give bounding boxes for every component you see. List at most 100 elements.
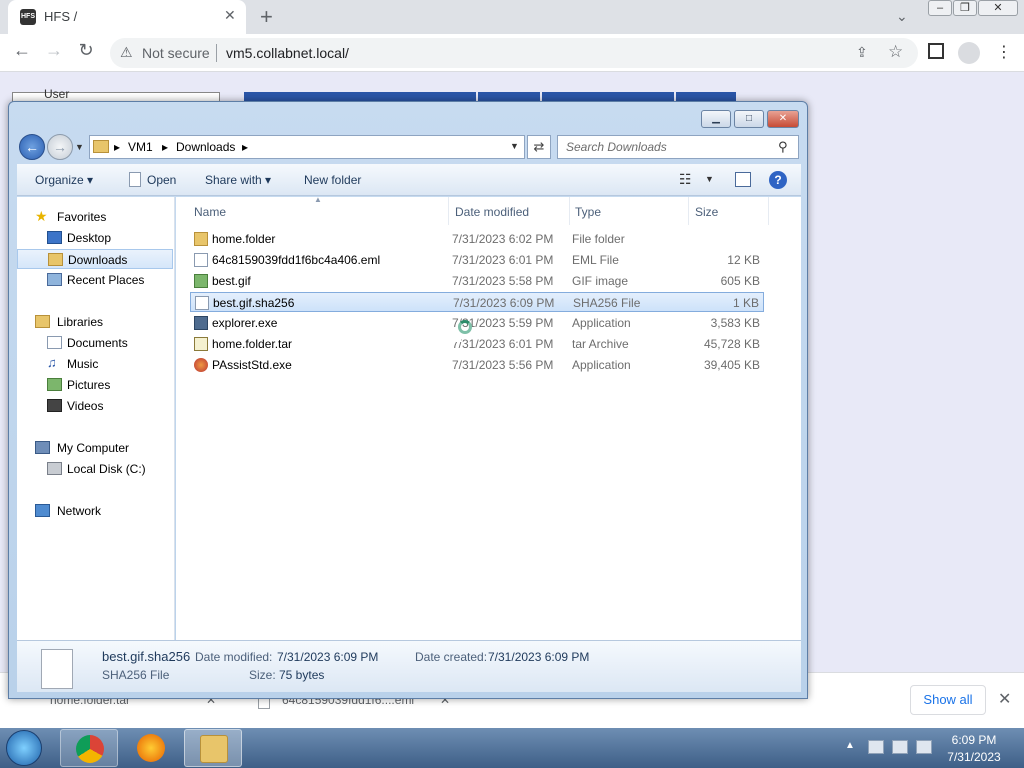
sidebar-item-videos[interactable]: Videos bbox=[17, 396, 173, 416]
restore-button[interactable]: ❐ bbox=[953, 0, 977, 16]
show-hidden-icons-icon[interactable]: ▲ bbox=[845, 740, 855, 751]
table-row[interactable]: home.folder.tar 7/31/2023 6:01 PM tar Ar… bbox=[190, 334, 764, 354]
sidebar-item-music[interactable]: ♫ Music bbox=[17, 354, 173, 374]
folder-icon bbox=[200, 735, 228, 763]
minimize-button[interactable]: – bbox=[928, 0, 952, 16]
sidebar-item-libraries[interactable]: Libraries bbox=[17, 312, 173, 332]
application-icon bbox=[194, 358, 208, 372]
preview-pane-icon[interactable] bbox=[735, 172, 751, 187]
file-type: Application bbox=[572, 358, 631, 372]
back-arrow-icon[interactable]: ← bbox=[10, 40, 34, 61]
details-modified-label: Date modified: bbox=[195, 650, 273, 664]
dialog-close-button[interactable]: ✕ bbox=[767, 110, 799, 128]
column-divider[interactable] bbox=[448, 197, 449, 225]
recent-pages-chevron-icon[interactable]: ▼ bbox=[75, 142, 84, 152]
views-chevron-down-icon[interactable]: ▼ bbox=[705, 174, 714, 184]
breadcrumb[interactable]: ▸ VM1 ▸ Downloads ▸ ▼ bbox=[89, 135, 525, 159]
sidebar-item-favorites[interactable]: ★ Favorites bbox=[17, 207, 173, 227]
details-created-value: 7/31/2023 6:09 PM bbox=[488, 650, 590, 664]
reload-icon[interactable]: ↻ bbox=[74, 40, 98, 61]
forward-arrow-icon[interactable]: → bbox=[42, 40, 66, 61]
taskbar-explorer-button[interactable] bbox=[184, 729, 242, 767]
column-header-type[interactable]: Type bbox=[575, 205, 601, 219]
firefox-icon bbox=[137, 734, 165, 762]
file-type: GIF image bbox=[572, 274, 629, 288]
action-center-icon[interactable] bbox=[868, 740, 884, 754]
tab-close-icon[interactable]: ✕ bbox=[224, 7, 236, 24]
open-button[interactable]: Open bbox=[147, 173, 176, 187]
start-button[interactable] bbox=[6, 730, 42, 766]
search-placeholder: Search Downloads bbox=[566, 140, 667, 154]
table-row[interactable]: PAssistStd.exe 7/31/2023 5:56 PM Applica… bbox=[190, 355, 764, 375]
sidebar-item-pictures[interactable]: Pictures bbox=[17, 375, 173, 395]
search-input[interactable]: Search Downloads ⚲ bbox=[557, 135, 799, 159]
kebab-menu-icon[interactable]: ⋮ bbox=[996, 42, 1012, 62]
column-divider[interactable] bbox=[688, 197, 689, 225]
refresh-icon[interactable]: ⇄ bbox=[527, 135, 551, 159]
sidebar-item-documents[interactable]: Documents bbox=[17, 333, 173, 353]
show-all-button[interactable]: Show all bbox=[910, 685, 986, 715]
sidebar-item-label: Favorites bbox=[57, 210, 107, 224]
breadcrumb-arrow-icon[interactable]: ▸ bbox=[162, 140, 168, 154]
breadcrumb-arrow-icon[interactable]: ▸ bbox=[242, 140, 248, 154]
details-created-label: Date created: bbox=[415, 650, 488, 664]
share-icon[interactable]: ⇪ bbox=[856, 44, 868, 61]
sidebar-item-my-computer[interactable]: My Computer bbox=[17, 438, 173, 458]
help-icon[interactable]: ? bbox=[769, 171, 787, 189]
sidebar-item-downloads[interactable]: Downloads bbox=[17, 249, 173, 269]
views-icon[interactable]: ☷ bbox=[679, 171, 692, 188]
table-row[interactable]: explorer.exe 7/31/2023 5:59 PM Applicati… bbox=[190, 313, 764, 333]
table-row[interactable]: best.gif.sha256 7/31/2023 6:09 PM SHA256… bbox=[190, 292, 764, 312]
volume-muted-icon[interactable] bbox=[916, 740, 932, 754]
sidebar-item-label: Pictures bbox=[67, 378, 111, 392]
dialog-minimize-button[interactable]: ▁ bbox=[701, 110, 731, 128]
organize-button[interactable]: Organize ▾ bbox=[35, 173, 93, 187]
column-header-name[interactable]: Name bbox=[194, 205, 226, 219]
user-label[interactable]: User bbox=[44, 87, 69, 101]
dialog-maximize-button[interactable]: □ bbox=[734, 110, 764, 128]
close-icon[interactable]: ✕ bbox=[998, 689, 1011, 709]
warning-icon[interactable]: ⚠ bbox=[120, 44, 133, 61]
close-window-button[interactable]: ✕ bbox=[978, 0, 1018, 16]
table-row[interactable]: best.gif 7/31/2023 5:58 PM GIF image 605… bbox=[190, 271, 764, 291]
column-divider[interactable] bbox=[569, 197, 570, 225]
sidebar-item-network[interactable]: Network bbox=[17, 501, 173, 521]
share-with-button[interactable]: Share with ▾ bbox=[205, 173, 271, 187]
file-type: SHA256 File bbox=[573, 296, 641, 310]
folder-icon bbox=[194, 232, 208, 246]
sidebar-item-recent-places[interactable]: Recent Places bbox=[17, 270, 173, 290]
back-arrow-icon[interactable]: ← bbox=[19, 134, 45, 160]
breadcrumb-downloads[interactable]: Downloads bbox=[176, 140, 235, 154]
address-bar[interactable]: ⚠ Not secure vm5.collabnet.local/ ⇪ ☆ bbox=[110, 38, 918, 68]
taskbar-firefox-button[interactable] bbox=[122, 729, 180, 767]
tab-search-chevron-icon[interactable]: ⌄ bbox=[896, 8, 908, 25]
bookmark-star-icon[interactable]: ☆ bbox=[888, 42, 903, 62]
side-panel-icon[interactable] bbox=[928, 43, 944, 59]
forward-arrow-icon[interactable]: → bbox=[47, 134, 73, 160]
breadcrumb-arrow-icon[interactable]: ▸ bbox=[114, 140, 120, 154]
folder-icon bbox=[93, 140, 109, 153]
file-name: home.folder.tar bbox=[212, 337, 293, 351]
new-folder-button[interactable]: New folder bbox=[304, 173, 361, 187]
url-text[interactable]: vm5.collabnet.local/ bbox=[226, 45, 349, 61]
address-chevron-down-icon[interactable]: ▼ bbox=[510, 141, 519, 151]
network-status-icon[interactable] bbox=[892, 740, 908, 754]
not-secure-label[interactable]: Not secure bbox=[142, 45, 210, 61]
table-row[interactable]: 64c8159039fdd1f6bc4a406.eml 7/31/2023 6:… bbox=[190, 250, 764, 270]
clock-date[interactable]: 7/31/2023 bbox=[944, 750, 1004, 764]
new-tab-button[interactable]: + bbox=[260, 4, 273, 30]
table-row[interactable]: home.folder 7/31/2023 6:02 PM File folde… bbox=[190, 229, 764, 249]
sidebar-item-label: My Computer bbox=[57, 441, 130, 455]
profile-avatar-icon[interactable] bbox=[958, 42, 980, 64]
search-icon[interactable]: ⚲ bbox=[778, 139, 788, 155]
column-divider[interactable] bbox=[768, 197, 769, 225]
tab-title: HFS / bbox=[44, 9, 78, 24]
sidebar-item-local-disk[interactable]: Local Disk (C:) bbox=[17, 459, 173, 479]
clock-time[interactable]: 6:09 PM bbox=[950, 733, 998, 747]
column-header-size[interactable]: Size bbox=[695, 205, 718, 219]
breadcrumb-vm1[interactable]: VM1 bbox=[128, 140, 153, 154]
taskbar-chrome-button[interactable] bbox=[60, 729, 118, 767]
column-header-date-modified[interactable]: Date modified bbox=[455, 205, 529, 219]
sidebar-item-desktop[interactable]: Desktop bbox=[17, 228, 173, 248]
browser-tab[interactable]: HFS HFS / ✕ bbox=[8, 0, 246, 34]
